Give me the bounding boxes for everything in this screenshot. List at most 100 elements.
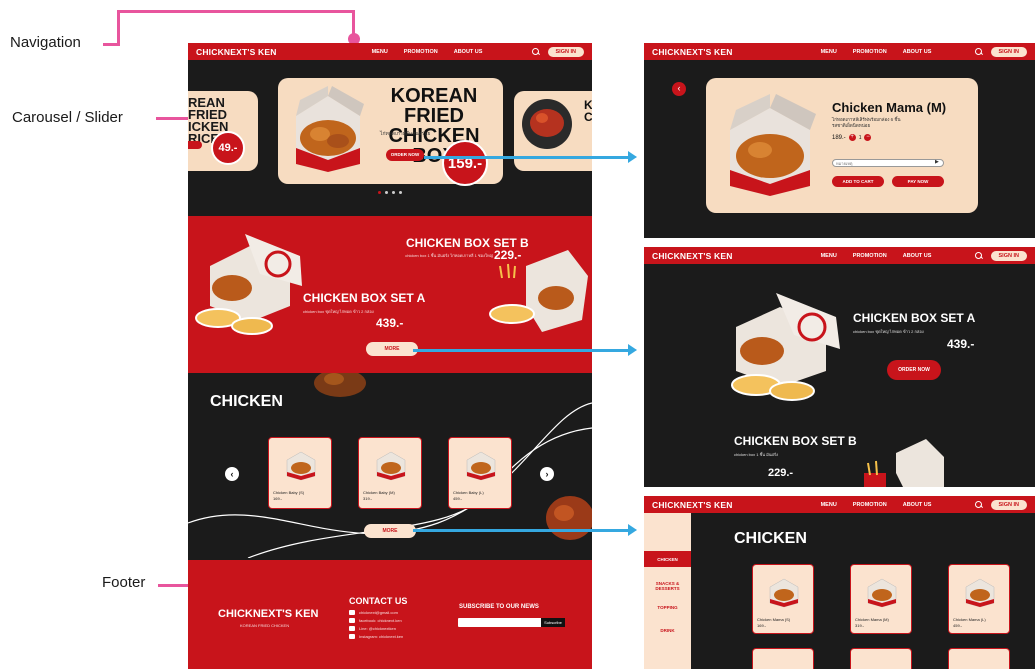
nav-about-link[interactable]: ABOUT US bbox=[903, 49, 932, 55]
set-b-price: 229.- bbox=[768, 467, 794, 479]
products-next-arrow[interactable]: › bbox=[540, 467, 554, 481]
set-b-title: CHICKEN BOX SET B bbox=[734, 434, 857, 448]
nav-promotion-link[interactable]: PROMOTION bbox=[404, 49, 438, 55]
product-card[interactable]: Chicken Baby (S) 169.- bbox=[268, 437, 332, 509]
nav-menu-link[interactable]: MENU bbox=[821, 253, 837, 259]
product-price: 169.- bbox=[273, 496, 283, 501]
product-card[interactable] bbox=[948, 648, 1010, 669]
nav-promotion-link[interactable]: PROMOTION bbox=[853, 502, 887, 508]
set-b-image bbox=[864, 439, 944, 487]
product-card[interactable]: Chicken Mama (L) 459.- bbox=[948, 564, 1010, 634]
quantity-value: 1 bbox=[858, 134, 862, 141]
subscribe-email-input[interactable] bbox=[458, 618, 542, 627]
carousel-dot[interactable] bbox=[385, 191, 388, 194]
quantity-decrease-button[interactable]: − bbox=[864, 134, 872, 141]
nav-about-link[interactable]: ABOUT US bbox=[903, 253, 932, 259]
carousel-slide-next[interactable]: K C bbox=[514, 91, 592, 171]
product-image bbox=[286, 451, 316, 481]
set-detail-mockup: CHICKNEXT'S KEN MENU PROMOTION ABOUT US … bbox=[644, 247, 1035, 487]
product-card[interactable] bbox=[850, 648, 912, 669]
set-a-price: 439.- bbox=[376, 316, 404, 330]
product-name: Chicken Baby (S) bbox=[273, 490, 305, 495]
product-card[interactable]: Chicken Baby (L) 459.- bbox=[448, 437, 512, 509]
search-icon[interactable] bbox=[531, 47, 540, 56]
chicken-more-button[interactable]: MORE bbox=[364, 524, 416, 538]
carousel-dot[interactable] bbox=[378, 191, 381, 194]
carousel-slide-active[interactable]: KOREAN FRIED CHICKEN BOX ไก่ทอดเกาหลีแสน… bbox=[278, 78, 503, 186]
sidebar-item-topping[interactable]: TOPPING bbox=[644, 605, 691, 610]
detail-title: Chicken Mama (M) bbox=[832, 100, 947, 115]
nav-about-link[interactable]: ABOUT US bbox=[903, 502, 932, 508]
detail-price: 189.- bbox=[832, 134, 846, 141]
order-now-button[interactable]: ORDER NOW bbox=[386, 149, 424, 161]
pay-now-button[interactable]: PAY NOW bbox=[892, 176, 944, 187]
sets-more-button[interactable]: MORE bbox=[366, 342, 418, 356]
set-a-title: CHICKEN BOX SET A bbox=[303, 291, 426, 305]
set-a-image bbox=[195, 234, 302, 335]
subscribe-button[interactable]: Subscribe bbox=[541, 618, 565, 627]
product-price: 319.- bbox=[855, 623, 865, 628]
nav-brand[interactable]: CHICKNEXT'S KEN bbox=[652, 47, 733, 57]
product-price: 459.- bbox=[453, 496, 463, 501]
signin-button[interactable]: SIGN IN bbox=[990, 250, 1027, 261]
nav-promotion-link[interactable]: PROMOTION bbox=[853, 49, 887, 55]
next-slide-image bbox=[522, 99, 572, 149]
product-price: 319.- bbox=[363, 496, 373, 501]
flow-arrow bbox=[424, 156, 628, 159]
products-prev-arrow[interactable]: ‹ bbox=[225, 467, 239, 481]
set-b-image bbox=[489, 250, 588, 332]
signin-button[interactable]: SIGN IN bbox=[990, 499, 1027, 510]
contact-item[interactable]: chicknext@gmail.com bbox=[359, 610, 398, 615]
mail-icon bbox=[349, 634, 355, 639]
nav-menu-link[interactable]: MENU bbox=[821, 49, 837, 55]
carousel-dots bbox=[378, 191, 402, 194]
send-icon[interactable]: ▶ bbox=[935, 159, 939, 165]
search-icon[interactable] bbox=[974, 251, 983, 260]
signin-button[interactable]: SIGN IN bbox=[990, 46, 1027, 57]
signin-button[interactable]: SIGN IN bbox=[547, 46, 584, 57]
sidebar-item-snacks[interactable]: SNACKS & DESSERTS bbox=[644, 581, 691, 591]
nav-about-link[interactable]: ABOUT US bbox=[454, 49, 483, 55]
note-input[interactable] bbox=[832, 159, 944, 167]
product-name: Chicken Baby (L) bbox=[453, 490, 484, 495]
search-icon[interactable] bbox=[974, 47, 983, 56]
sidebar-item-chicken[interactable]: CHICKEN bbox=[644, 557, 691, 562]
nav-menu-link[interactable]: MENU bbox=[821, 502, 837, 508]
nav-promotion-link[interactable]: PROMOTION bbox=[853, 253, 887, 259]
contact-item[interactable]: Instagram: chicknext.ken bbox=[359, 634, 403, 639]
annotation-navigation: Navigation bbox=[10, 34, 81, 51]
product-card[interactable]: Chicken Mama (S) 169.- bbox=[752, 564, 814, 634]
contact-item[interactable]: facebook: chicknext.ken bbox=[359, 618, 402, 623]
nav-menu-link[interactable]: MENU bbox=[372, 49, 388, 55]
nav-brand[interactable]: CHICKNEXT'S KEN bbox=[652, 251, 733, 261]
nav-brand[interactable]: CHICKNEXT'S KEN bbox=[652, 500, 733, 510]
main-navbar: CHICKNEXT'S KEN MENU PROMOTION ABOUT US … bbox=[188, 43, 592, 60]
set-a-image bbox=[731, 293, 840, 401]
set-b-description: chicken box 1 ชิ้น มันฝรั่ง bbox=[734, 452, 778, 457]
product-image bbox=[867, 578, 897, 608]
contact-item[interactable]: Line: @chicknextken bbox=[359, 626, 396, 631]
mail-icon bbox=[349, 626, 355, 631]
quantity-increase-button[interactable]: + bbox=[848, 134, 856, 141]
product-name: Chicken Mama (S) bbox=[757, 617, 791, 622]
nav-brand[interactable]: CHICKNEXT'S KEN bbox=[196, 47, 277, 57]
search-icon[interactable] bbox=[974, 500, 983, 509]
product-image bbox=[376, 451, 406, 481]
carousel-dot[interactable] bbox=[392, 191, 395, 194]
flow-arrow bbox=[413, 349, 628, 352]
flow-arrow bbox=[413, 529, 628, 532]
product-card[interactable] bbox=[752, 648, 814, 669]
carousel-dot[interactable] bbox=[399, 191, 402, 194]
prev-slide-order-button[interactable] bbox=[188, 141, 202, 149]
chicken-section-title: CHICKEN bbox=[210, 393, 283, 410]
add-to-cart-button[interactable]: ADD TO CART bbox=[832, 176, 884, 187]
contact-list: chicknext@gmail.com facebook: chicknext.… bbox=[349, 610, 403, 642]
product-card[interactable]: Chicken Mama (M) 319.- bbox=[850, 564, 912, 634]
product-image bbox=[769, 578, 799, 608]
sidebar-item-drink[interactable]: DRINK bbox=[644, 628, 691, 633]
back-arrow-icon[interactable]: ‹ bbox=[672, 82, 686, 96]
product-card[interactable]: Chicken Baby (M) 319.- bbox=[358, 437, 422, 509]
carousel-slide-prev[interactable]: REAN FRIED ICKEN RICE 49.- bbox=[188, 91, 258, 171]
order-now-button[interactable]: ORDER NOW bbox=[887, 360, 941, 380]
set-a-description: chicken box ชุดใหญ่ ไก่ทอด ข้าว 2 กล่อง bbox=[303, 309, 374, 314]
